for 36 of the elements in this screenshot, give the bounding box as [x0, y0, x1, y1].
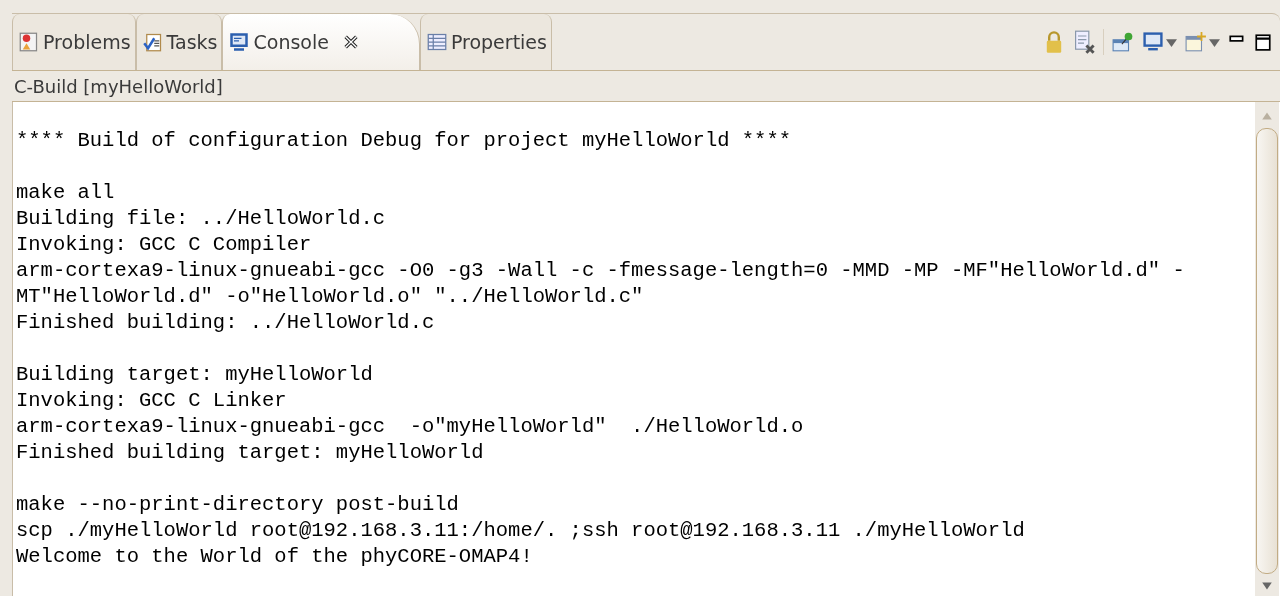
console-line: make --no-print-directory post-build — [16, 492, 460, 518]
console-line: arm-cortexa9-linux-gnueabi-gcc -o"myHelloWorld" ./HelloWorld.o — [16, 414, 805, 440]
clipboard-check-icon — [142, 32, 163, 52]
console-line: Invoking: GCC C Linker — [16, 388, 288, 414]
console-line: scp ./myHelloWorld root@192.168.3.11:/home/. ;ssh root@192.168.3.11 ./myHelloWorld — [16, 518, 1026, 544]
dropdown-arrow-icon[interactable] — [1209, 36, 1220, 48]
console-line: make all — [16, 180, 116, 206]
view-tab[interactable]: Tasks — [135, 14, 223, 70]
pin-icon[interactable] — [1112, 30, 1134, 54]
document-clear-icon[interactable] — [1073, 30, 1095, 54]
tab-label: Problems — [43, 31, 131, 53]
scroll-down-icon[interactable] — [1261, 580, 1273, 592]
table-icon — [426, 32, 447, 52]
view-tab[interactable]: Problems — [12, 14, 136, 70]
console-line: **** Build of configuration Debug for project myHelloWorld **** — [16, 128, 793, 154]
console-line: Invoking: GCC C Compiler — [16, 232, 313, 258]
monitor-icon — [229, 32, 250, 52]
console-line: MT"HelloWorld.d" -o"HelloWorld.o" "../HelloWorld.c" — [16, 284, 645, 310]
vertical-scrollbar[interactable] — [1255, 102, 1279, 596]
console-line: Welcome to the World of the phyCORE-OMAP4! — [16, 544, 534, 570]
new-window-icon[interactable] — [1185, 30, 1207, 54]
view-tab[interactable]: Properties — [419, 14, 552, 70]
scrollbar-thumb[interactable] — [1256, 128, 1278, 574]
view-tab[interactable]: Console — [222, 14, 420, 70]
tab-label: Tasks — [166, 31, 218, 53]
close-icon[interactable] — [342, 34, 359, 50]
console-line: Finished building: ../HelloWorld.c — [16, 310, 436, 336]
console-title: C-Build [myHelloWorld] — [14, 75, 223, 97]
console-line: Finished building target: myHelloWorld — [16, 440, 485, 466]
tab-label: Console — [253, 31, 329, 53]
console-line: arm-cortexa9-linux-gnueabi-gcc -O0 -g3 -Wall -c -fmessage-length=0 -MMD -MP -MF"HelloWorld.d" - — [16, 258, 1186, 284]
console-line: Building target: myHelloWorld — [16, 362, 374, 388]
dropdown-arrow-icon[interactable] — [1166, 36, 1177, 48]
tab-label: Properties — [450, 31, 547, 53]
console-line: Building file: ../HelloWorld.c — [16, 206, 387, 232]
maximize-icon[interactable] — [1254, 33, 1272, 51]
